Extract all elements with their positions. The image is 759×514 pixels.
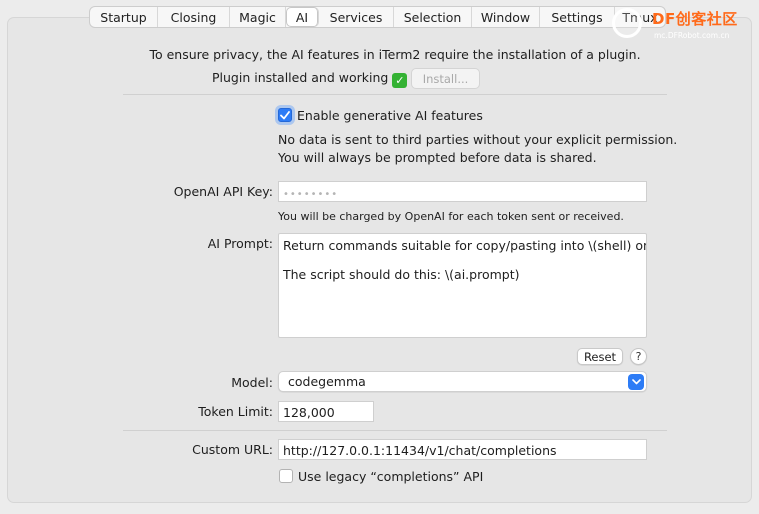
chevron-down-icon bbox=[628, 374, 644, 390]
preferences-tab-bar: Startup Closing Magic AI Services Select… bbox=[89, 6, 666, 28]
custom-url-field[interactable]: http://127.0.0.1:11434/v1/chat/completio… bbox=[278, 439, 647, 460]
ai-prompt-textarea[interactable]: Return commands suitable for copy/pastin… bbox=[278, 233, 647, 338]
model-value: codegemma bbox=[288, 374, 366, 389]
divider-top bbox=[123, 94, 667, 95]
tab-magic[interactable]: Magic bbox=[230, 7, 286, 27]
model-label: Model: bbox=[231, 375, 273, 390]
api-key-field[interactable]: •••••••• bbox=[278, 181, 647, 202]
legacy-api-label: Use legacy “completions” API bbox=[298, 469, 484, 484]
ai-prompt-line-1: Return commands suitable for copy/pastin… bbox=[283, 238, 647, 253]
enable-ai-checkbox[interactable] bbox=[278, 108, 292, 122]
token-limit-label: Token Limit: bbox=[198, 404, 273, 419]
api-key-placeholder: •••••••• bbox=[283, 189, 339, 200]
reset-button[interactable]: Reset bbox=[577, 348, 623, 365]
enable-ai-label: Enable generative AI features bbox=[297, 108, 483, 123]
tab-ai[interactable]: AI bbox=[286, 7, 319, 27]
install-button[interactable]: Install... bbox=[411, 68, 480, 89]
checkmark-icon bbox=[280, 110, 290, 119]
help-button[interactable]: ? bbox=[630, 348, 647, 365]
check-mark-icon: ✓ bbox=[392, 73, 408, 88]
tab-settings[interactable]: Settings bbox=[540, 7, 615, 27]
custom-url-label: Custom URL: bbox=[192, 442, 273, 457]
dfrobot-watermark-logo: DF创客社区 mc.DFRobot.com.cn bbox=[612, 4, 752, 44]
ai-prompt-label: AI Prompt: bbox=[207, 236, 273, 251]
privacy-notice: To ensure privacy, the AI features in iT… bbox=[149, 47, 641, 62]
ai-prompt-line-2: The script should do this: \(ai.prompt) bbox=[283, 267, 520, 282]
legacy-api-checkbox[interactable] bbox=[279, 469, 293, 483]
prompted-notice: You will always be prompted before data … bbox=[278, 150, 597, 165]
plugin-status-text: Plugin installed and working bbox=[212, 70, 389, 85]
model-popup[interactable]: codegemma bbox=[278, 371, 647, 392]
charge-note: You will be charged by OpenAI for each t… bbox=[278, 210, 624, 223]
tab-services[interactable]: Services bbox=[319, 7, 394, 27]
token-limit-field[interactable]: 128,000 bbox=[278, 401, 374, 422]
tab-closing[interactable]: Closing bbox=[158, 7, 230, 27]
logo-mark-icon bbox=[612, 8, 642, 38]
tab-window[interactable]: Window bbox=[472, 7, 540, 27]
api-key-label: OpenAI API Key: bbox=[173, 184, 273, 199]
plugin-status-row: Plugin installed and working ✓ bbox=[212, 70, 408, 88]
no-data-notice: No data is sent to third parties without… bbox=[278, 132, 678, 147]
logo-text: DF创客社区 bbox=[652, 10, 738, 28]
divider-bottom bbox=[123, 430, 667, 431]
tab-selection[interactable]: Selection bbox=[394, 7, 472, 27]
tab-startup[interactable]: Startup bbox=[90, 7, 158, 27]
logo-subtext: mc.DFRobot.com.cn bbox=[654, 31, 730, 40]
